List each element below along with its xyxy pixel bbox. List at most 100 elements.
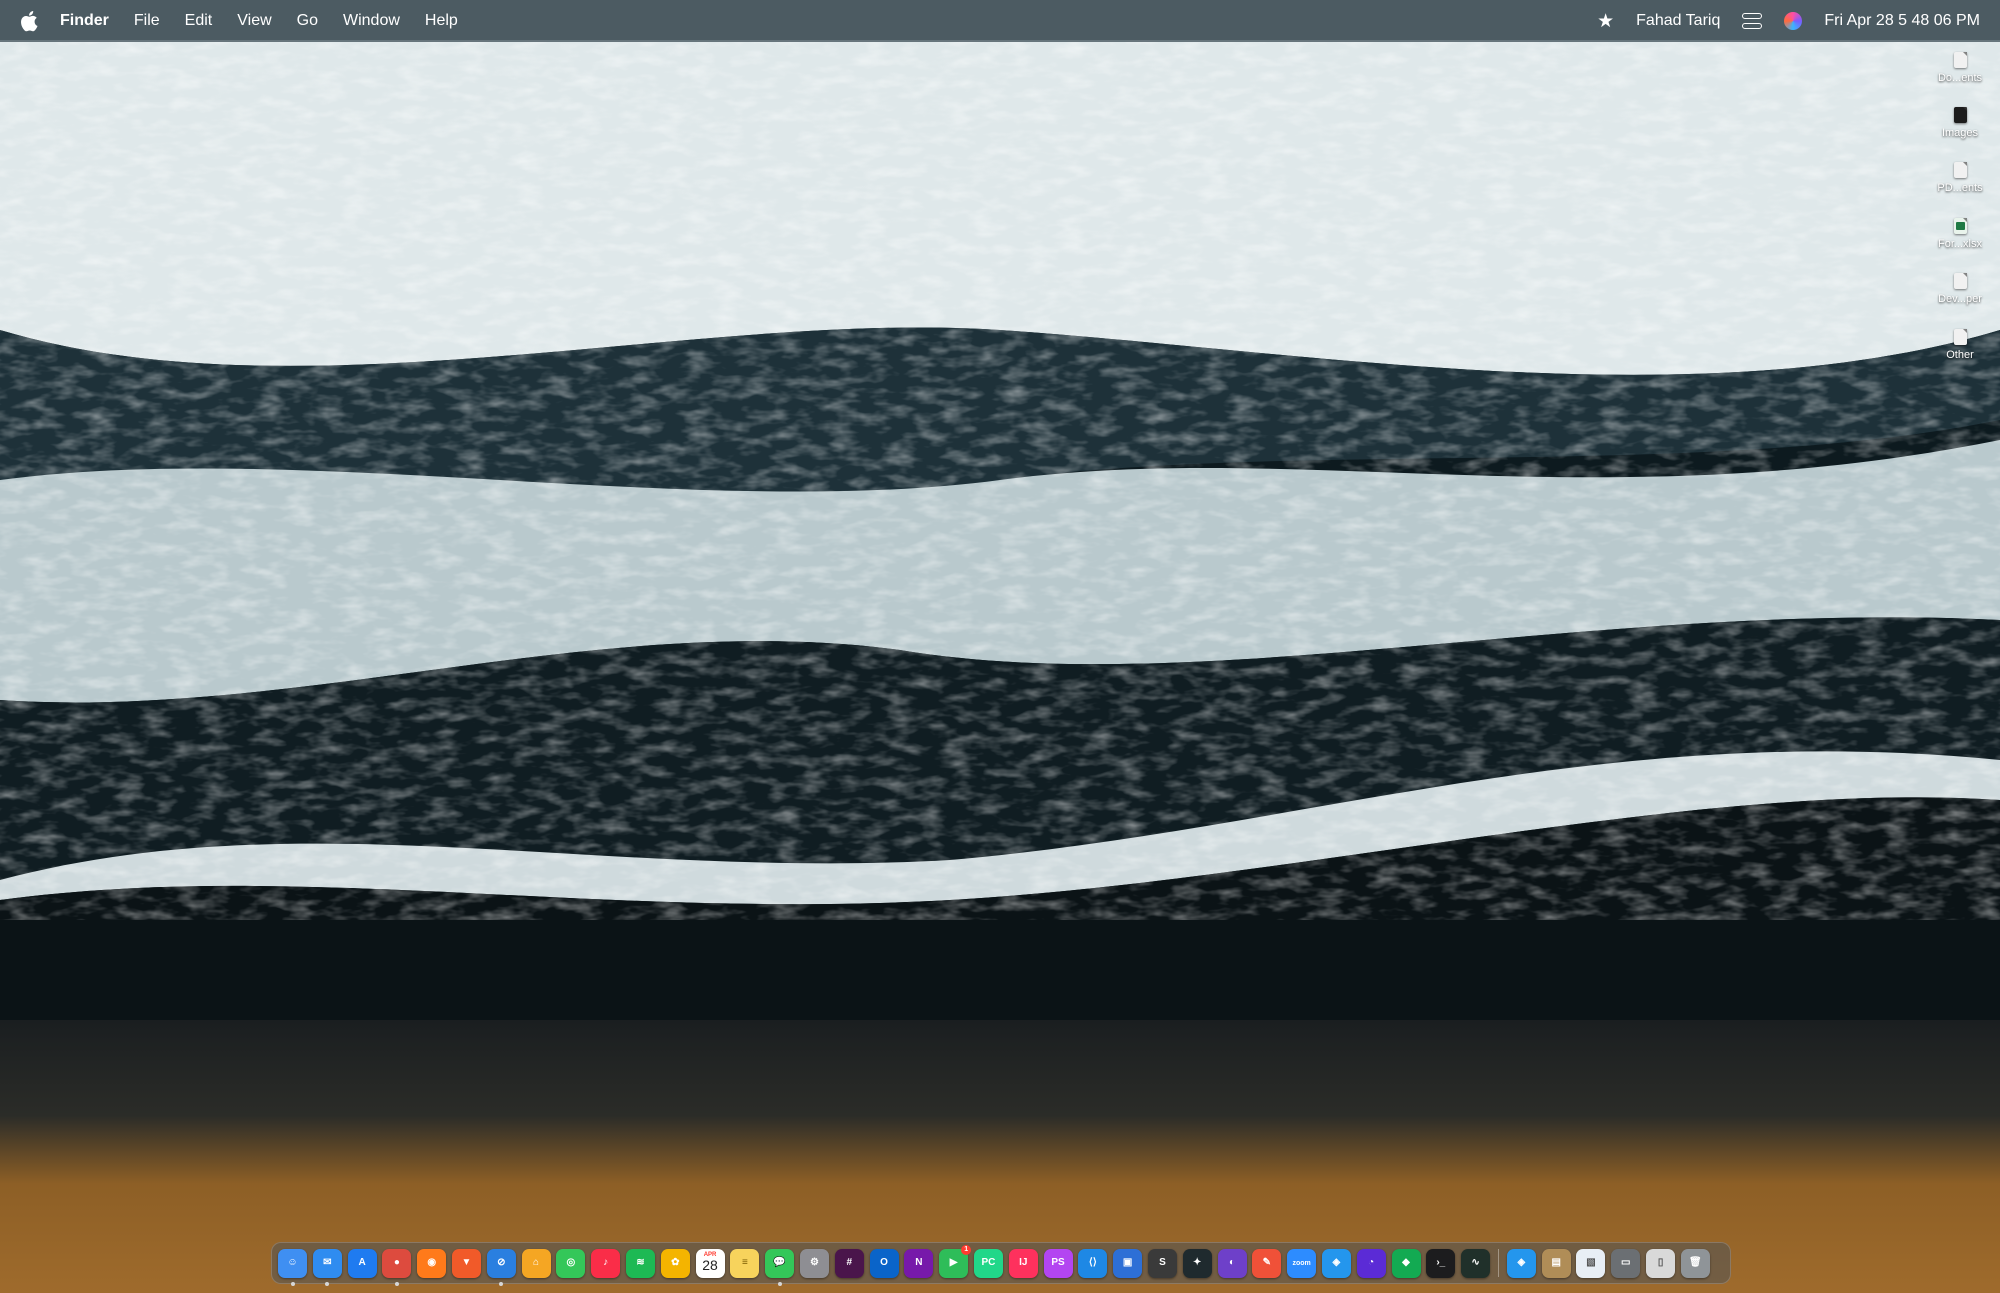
menu-window[interactable]: Window — [343, 12, 400, 30]
dock-app-preview[interactable]: ▧ — [1576, 1248, 1606, 1278]
dock-app-activity-monitor[interactable]: ∿ — [1461, 1248, 1491, 1278]
image-file-icon — [1953, 107, 1967, 123]
menu-file[interactable]: File — [134, 12, 160, 30]
dock-app-documents-stack[interactable]: ▯ — [1646, 1248, 1676, 1278]
dock-app-github-desktop[interactable]: ◐ — [1217, 1248, 1247, 1278]
running-indicator — [325, 1281, 330, 1286]
phpstorm-icon: PS — [1051, 1257, 1065, 1268]
mongodb-compass-icon: ◆ — [1402, 1257, 1410, 1268]
notification-badge: 1 — [961, 1244, 972, 1255]
chatgpt-icon: ✦ — [1193, 1257, 1202, 1268]
dock-app-outlook[interactable]: O — [869, 1248, 899, 1278]
desktop-item-label: Other — [1946, 349, 1974, 361]
desktop-item-developer[interactable]: Dev...per — [1920, 273, 2000, 305]
pycharm-icon: PC — [981, 1257, 996, 1268]
preview-icon: ▧ — [1586, 1257, 1596, 1268]
dock-app-swift-playgrounds[interactable]: ✎ — [1252, 1248, 1282, 1278]
menu-go[interactable]: Go — [297, 12, 318, 30]
activity-monitor-icon: ∿ — [1471, 1257, 1480, 1268]
swift-playgrounds-icon: ✎ — [1262, 1257, 1271, 1268]
desktop-item-spreadsheet[interactable]: For...xlsx — [1920, 218, 2000, 250]
desktop-item-images[interactable]: Images — [1920, 107, 2000, 139]
system-settings-icon: ⚙ — [809, 1257, 819, 1268]
desktop-item-other[interactable]: Other — [1920, 329, 2000, 361]
dock-app-app-store[interactable]: A — [347, 1248, 377, 1278]
siri-icon[interactable] — [1784, 12, 1803, 30]
safari-icon: ⊘ — [497, 1257, 506, 1268]
music-icon: ♪ — [603, 1257, 609, 1268]
dock-app-screen-window[interactable]: ▣ — [1113, 1248, 1143, 1278]
dock-app-notes[interactable]: ≡ — [730, 1248, 760, 1278]
finder-icon: ☺ — [287, 1257, 298, 1268]
downloads-stack-icon: ▭ — [1621, 1257, 1631, 1268]
dock-app-home[interactable]: ⌂ — [521, 1248, 551, 1278]
menu-bar: Finder File Edit View Go Window Help ★ F… — [0, 0, 2000, 42]
brave-icon: ▼ — [461, 1257, 472, 1268]
menu-clock[interactable]: Fri Apr 28 5 48 06 PM — [1824, 12, 1980, 30]
dock-app-proxyman[interactable]: ◔ — [1356, 1248, 1386, 1278]
control-center-icon[interactable] — [1742, 13, 1763, 29]
dock-app-chrome[interactable]: ● — [382, 1248, 412, 1286]
dock-app-terminal[interactable]: ›_ — [1426, 1248, 1456, 1278]
vscode-icon: ⟨⟩ — [1088, 1257, 1097, 1268]
dock-app-brave[interactable]: ▼ — [451, 1248, 481, 1278]
mail-icon: ✉ — [323, 1257, 332, 1268]
dock-app-music[interactable]: ♪ — [591, 1248, 621, 1278]
docker-desktop-icon: ◈ — [1332, 1257, 1341, 1268]
dock-app-phpstorm[interactable]: PS — [1043, 1248, 1073, 1278]
pdf-document-icon — [1953, 162, 1967, 178]
dock-app-docker-desktop[interactable]: ◈ — [1321, 1248, 1351, 1278]
dock-app-intellij[interactable]: IJ — [1008, 1248, 1038, 1278]
menu-view[interactable]: View — [237, 12, 271, 30]
dock-app-facetime[interactable]: ▶ 1 — [939, 1244, 972, 1278]
menu-app-name[interactable]: Finder — [60, 12, 109, 30]
menu-edit[interactable]: Edit — [185, 12, 213, 30]
dock-app-slack[interactable]: # — [834, 1248, 864, 1278]
dock-app-onenote[interactable]: N — [904, 1248, 934, 1278]
menu-help[interactable]: Help — [425, 12, 458, 30]
dock-app-find-my[interactable]: ◎ — [556, 1248, 586, 1278]
dock-app-docker[interactable]: ◈ — [1506, 1248, 1536, 1278]
dock-app-chatgpt[interactable]: ✦ — [1182, 1248, 1212, 1278]
desktop-item-pdf-documents[interactable]: PD...ents — [1920, 162, 2000, 194]
facetime-icon: ▶ — [949, 1257, 958, 1268]
dock-app-system-settings[interactable]: ⚙ — [799, 1248, 829, 1278]
user-name[interactable]: Fahad Tariq — [1636, 12, 1720, 30]
find-my-icon: ◎ — [566, 1257, 576, 1268]
dock-app-archive-utility[interactable]: ▤ — [1541, 1248, 1571, 1278]
dock: ☺ ✉ A ● ◉ ▼ ⊘ ⌂ ◎ ♪ ≋ ✿ APR 28 ≡ 💬 ⚙ # O N ▶ 1 PC IJ PS ⟨⟩ ▣ S ✦ ◐ ✎ zo… — [271, 1242, 1731, 1286]
star-icon[interactable]: ★ — [1597, 12, 1614, 31]
dock-app-firefox[interactable]: ◉ — [417, 1248, 447, 1278]
app-store-icon: A — [358, 1257, 366, 1268]
desktop[interactable]: Finder File Edit View Go Window Help ★ F… — [0, 0, 2000, 1293]
github-desktop-icon: ◐ — [1228, 1257, 1236, 1268]
dock-app-photos[interactable]: ✿ — [660, 1248, 690, 1278]
dock-app-messages[interactable]: 💬 — [765, 1248, 795, 1286]
dock-app-sublime-text[interactable]: S — [1147, 1248, 1177, 1278]
dock-app-spotify[interactable]: ≋ — [625, 1248, 655, 1278]
running-indicator — [499, 1281, 504, 1286]
terminal-icon: ›_ — [1436, 1257, 1446, 1268]
calendar-day-label: 28 — [702, 1257, 718, 1273]
notes-icon: ≡ — [741, 1257, 748, 1268]
dock-app-calendar[interactable]: APR 28 — [695, 1248, 725, 1278]
dock-app-vscode[interactable]: ⟨⟩ — [1078, 1248, 1108, 1278]
dock-app-zoom[interactable]: zoom — [1287, 1248, 1317, 1278]
spotify-icon: ≋ — [636, 1257, 645, 1268]
apple-menu-icon[interactable] — [20, 10, 42, 32]
dock-app-trash[interactable]: 🗑 — [1680, 1248, 1710, 1278]
dock-app-mail[interactable]: ✉ — [312, 1248, 342, 1286]
running-indicator — [290, 1281, 295, 1286]
dock-app-safari[interactable]: ⊘ — [486, 1248, 516, 1286]
desktop-item-documents[interactable]: Do...ents — [1920, 52, 2000, 84]
dock-app-mongodb-compass[interactable]: ◆ — [1391, 1248, 1421, 1278]
document-icon — [1953, 52, 1967, 68]
running-indicator — [394, 1281, 399, 1286]
dock-app-finder[interactable]: ☺ — [278, 1248, 307, 1286]
desktop-item-label: PD...ents — [1937, 182, 1983, 194]
ocean-wave-wallpaper — [0, 0, 2000, 1293]
messages-icon: 💬 — [773, 1257, 786, 1268]
dock-app-downloads-stack[interactable]: ▭ — [1611, 1248, 1641, 1278]
dock-app-pycharm[interactable]: PC — [973, 1248, 1003, 1278]
outlook-icon: O — [880, 1257, 888, 1268]
